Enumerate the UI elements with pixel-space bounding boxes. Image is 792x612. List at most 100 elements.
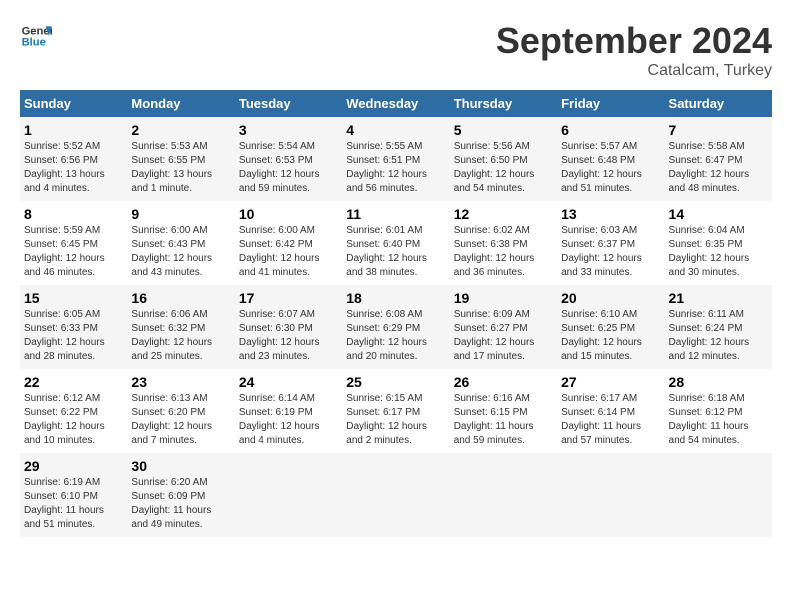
day-cell: 10 Sunrise: 6:00 AM Sunset: 6:42 PM Dayli…: [235, 201, 342, 285]
day-info: Sunrise: 5:58 AM Sunset: 6:47 PM Dayligh…: [669, 140, 768, 196]
week-row-1: 1Sunrise: 5:52 AM Sunset: 6:56 PM Daylig…: [20, 117, 772, 201]
day-cell: 19 Sunrise: 6:09 AM Sunset: 6:27 PM Dayli…: [450, 285, 557, 369]
day-cell: 25 Sunrise: 6:15 AM Sunset: 6:17 PM Dayli…: [342, 369, 449, 453]
day-number: 12: [454, 206, 553, 222]
weekday-header-friday: Friday: [557, 90, 664, 117]
day-info: Sunrise: 6:04 AM Sunset: 6:35 PM Dayligh…: [669, 224, 768, 280]
location: Catalcam, Turkey: [496, 62, 772, 80]
day-cell: 24 Sunrise: 6:14 AM Sunset: 6:19 PM Dayli…: [235, 369, 342, 453]
weekday-header-thursday: Thursday: [450, 90, 557, 117]
day-number: 29: [24, 458, 123, 474]
day-info: Sunrise: 5:59 AM Sunset: 6:45 PM Dayligh…: [24, 224, 123, 280]
day-number: 10: [239, 206, 338, 222]
day-cell: [342, 453, 449, 537]
day-number: 6: [561, 122, 660, 138]
day-cell: 8 Sunrise: 5:59 AM Sunset: 6:45 PM Daylig…: [20, 201, 127, 285]
day-number: 18: [346, 290, 445, 306]
day-number: 22: [24, 374, 123, 390]
day-info: Sunrise: 5:54 AM Sunset: 6:53 PM Dayligh…: [239, 140, 338, 196]
day-number: 16: [131, 290, 230, 306]
day-info: Sunrise: 6:02 AM Sunset: 6:38 PM Dayligh…: [454, 224, 553, 280]
day-info: Sunrise: 6:14 AM Sunset: 6:19 PM Dayligh…: [239, 392, 338, 448]
day-info: Sunrise: 5:56 AM Sunset: 6:50 PM Dayligh…: [454, 140, 553, 196]
month-title: September 2024: [496, 20, 772, 62]
day-number: 21: [669, 290, 768, 306]
day-number: 9: [131, 206, 230, 222]
day-number: 25: [346, 374, 445, 390]
day-number: 3: [239, 122, 338, 138]
day-number: 13: [561, 206, 660, 222]
day-info: Sunrise: 5:53 AM Sunset: 6:55 PM Dayligh…: [131, 140, 230, 196]
day-number: 24: [239, 374, 338, 390]
day-cell: 2 Sunrise: 5:53 AM Sunset: 6:55 PM Daylig…: [127, 117, 234, 201]
day-info: Sunrise: 6:20 AM Sunset: 6:09 PM Dayligh…: [131, 476, 230, 532]
day-number: 19: [454, 290, 553, 306]
day-cell: 16 Sunrise: 6:06 AM Sunset: 6:32 PM Dayli…: [127, 285, 234, 369]
day-info: Sunrise: 5:55 AM Sunset: 6:51 PM Dayligh…: [346, 140, 445, 196]
day-cell: [235, 453, 342, 537]
page-header: General Blue September 2024 Catalcam, Tu…: [20, 20, 772, 80]
day-info: Sunrise: 6:08 AM Sunset: 6:29 PM Dayligh…: [346, 308, 445, 364]
day-cell: 15 Sunrise: 6:05 AM Sunset: 6:33 PM Dayli…: [20, 285, 127, 369]
day-info: Sunrise: 6:06 AM Sunset: 6:32 PM Dayligh…: [131, 308, 230, 364]
day-info: Sunrise: 6:13 AM Sunset: 6:20 PM Dayligh…: [131, 392, 230, 448]
day-cell: 5 Sunrise: 5:56 AM Sunset: 6:50 PM Daylig…: [450, 117, 557, 201]
day-number: 1: [24, 122, 123, 138]
title-block: September 2024 Catalcam, Turkey: [496, 20, 772, 80]
day-cell: 23 Sunrise: 6:13 AM Sunset: 6:20 PM Dayli…: [127, 369, 234, 453]
weekday-header-monday: Monday: [127, 90, 234, 117]
day-info: Sunrise: 6:01 AM Sunset: 6:40 PM Dayligh…: [346, 224, 445, 280]
day-cell: 21 Sunrise: 6:11 AM Sunset: 6:24 PM Dayli…: [665, 285, 772, 369]
day-cell: 22 Sunrise: 6:12 AM Sunset: 6:22 PM Dayli…: [20, 369, 127, 453]
day-cell: 27Sunrise: 6:17 AM Sunset: 6:14 PM Dayli…: [557, 369, 664, 453]
day-cell: 14 Sunrise: 6:04 AM Sunset: 6:35 PM Dayli…: [665, 201, 772, 285]
day-number: 2: [131, 122, 230, 138]
week-row-4: 22 Sunrise: 6:12 AM Sunset: 6:22 PM Dayli…: [20, 369, 772, 453]
day-number: 5: [454, 122, 553, 138]
day-cell: 18 Sunrise: 6:08 AM Sunset: 6:29 PM Dayli…: [342, 285, 449, 369]
day-cell: 9 Sunrise: 6:00 AM Sunset: 6:43 PM Daylig…: [127, 201, 234, 285]
week-row-3: 15 Sunrise: 6:05 AM Sunset: 6:33 PM Dayli…: [20, 285, 772, 369]
day-cell: 6 Sunrise: 5:57 AM Sunset: 6:48 PM Daylig…: [557, 117, 664, 201]
day-info: Sunrise: 6:12 AM Sunset: 6:22 PM Dayligh…: [24, 392, 123, 448]
logo-icon: General Blue: [20, 20, 52, 52]
week-row-2: 8 Sunrise: 5:59 AM Sunset: 6:45 PM Daylig…: [20, 201, 772, 285]
day-info: Sunrise: 6:09 AM Sunset: 6:27 PM Dayligh…: [454, 308, 553, 364]
logo: General Blue: [20, 20, 52, 52]
day-number: 4: [346, 122, 445, 138]
day-info: Sunrise: 6:00 AM Sunset: 6:42 PM Dayligh…: [239, 224, 338, 280]
day-cell: 28 Sunrise: 6:18 AM Sunset: 6:12 PM Dayli…: [665, 369, 772, 453]
weekday-header-tuesday: Tuesday: [235, 90, 342, 117]
day-number: 7: [669, 122, 768, 138]
day-number: 28: [669, 374, 768, 390]
day-info: Sunrise: 6:18 AM Sunset: 6:12 PM Dayligh…: [669, 392, 768, 448]
day-cell: 1Sunrise: 5:52 AM Sunset: 6:56 PM Daylig…: [20, 117, 127, 201]
day-info: Sunrise: 6:05 AM Sunset: 6:33 PM Dayligh…: [24, 308, 123, 364]
day-number: 23: [131, 374, 230, 390]
day-cell: 13 Sunrise: 6:03 AM Sunset: 6:37 PM Dayli…: [557, 201, 664, 285]
day-cell: 30 Sunrise: 6:20 AM Sunset: 6:09 PM Dayli…: [127, 453, 234, 537]
day-number: 17: [239, 290, 338, 306]
day-cell: 11Sunrise: 6:01 AM Sunset: 6:40 PM Dayli…: [342, 201, 449, 285]
day-number: 27: [561, 374, 660, 390]
day-info: Sunrise: 6:00 AM Sunset: 6:43 PM Dayligh…: [131, 224, 230, 280]
day-cell: 3 Sunrise: 5:54 AM Sunset: 6:53 PM Daylig…: [235, 117, 342, 201]
day-number: 30: [131, 458, 230, 474]
day-cell: 4 Sunrise: 5:55 AM Sunset: 6:51 PM Daylig…: [342, 117, 449, 201]
day-cell: [450, 453, 557, 537]
day-cell: [665, 453, 772, 537]
day-info: Sunrise: 6:03 AM Sunset: 6:37 PM Dayligh…: [561, 224, 660, 280]
day-number: 15: [24, 290, 123, 306]
day-number: 14: [669, 206, 768, 222]
day-cell: 20Sunrise: 6:10 AM Sunset: 6:25 PM Dayli…: [557, 285, 664, 369]
day-cell: [557, 453, 664, 537]
day-info: Sunrise: 6:15 AM Sunset: 6:17 PM Dayligh…: [346, 392, 445, 448]
day-info: Sunrise: 6:11 AM Sunset: 6:24 PM Dayligh…: [669, 308, 768, 364]
day-info: Sunrise: 6:19 AM Sunset: 6:10 PM Dayligh…: [24, 476, 123, 532]
day-cell: 29 Sunrise: 6:19 AM Sunset: 6:10 PM Dayli…: [20, 453, 127, 537]
day-info: Sunrise: 5:57 AM Sunset: 6:48 PM Dayligh…: [561, 140, 660, 196]
day-info: Sunrise: 6:10 AM Sunset: 6:25 PM Dayligh…: [561, 308, 660, 364]
day-number: 8: [24, 206, 123, 222]
weekday-header-row: SundayMondayTuesdayWednesdayThursdayFrid…: [20, 90, 772, 117]
day-number: 26: [454, 374, 553, 390]
